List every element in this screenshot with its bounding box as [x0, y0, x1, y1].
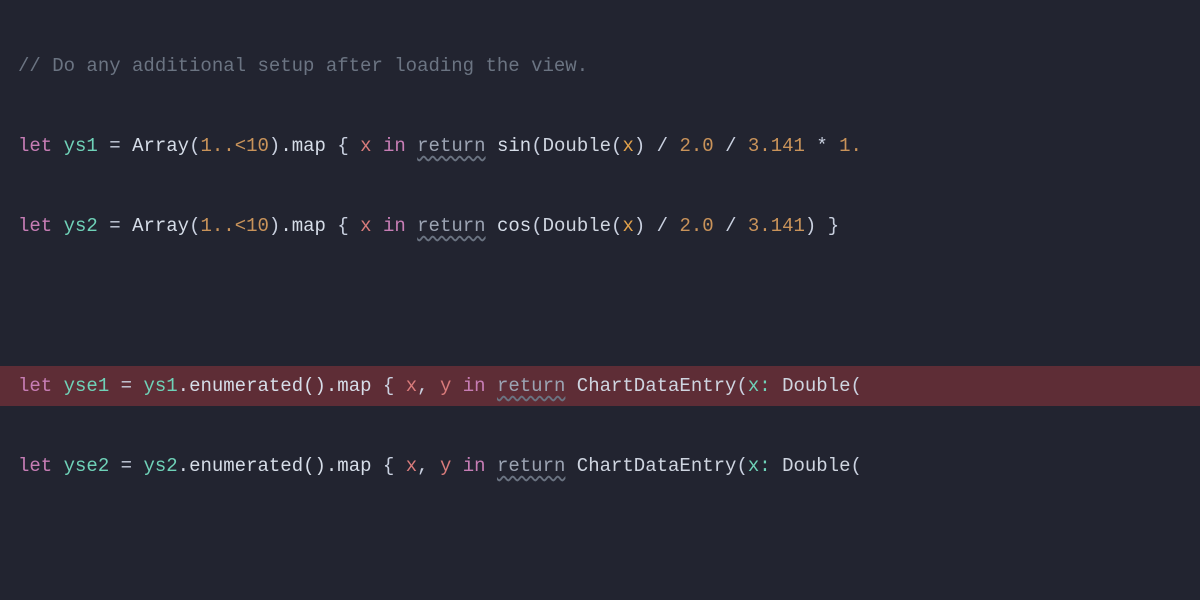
code-line: let yse2 = ys2.enumerated().map { x, y i…: [18, 446, 1200, 486]
code-line: let ys1 = Array(1..<10).map { x in retur…: [18, 126, 1200, 166]
highlighted-line: let yse1 = ys1.enumerated().map { x, y i…: [0, 366, 1200, 406]
code-editor[interactable]: // Do any additional setup after loading…: [0, 0, 1200, 600]
blank-line: [18, 526, 1200, 566]
blank-line: [18, 286, 1200, 326]
code-line: // Do any additional setup after loading…: [18, 46, 1200, 86]
code-line: let ys2 = Array(1..<10).map { x in retur…: [18, 206, 1200, 246]
comment-text: // Do any additional setup after loading…: [18, 55, 588, 77]
